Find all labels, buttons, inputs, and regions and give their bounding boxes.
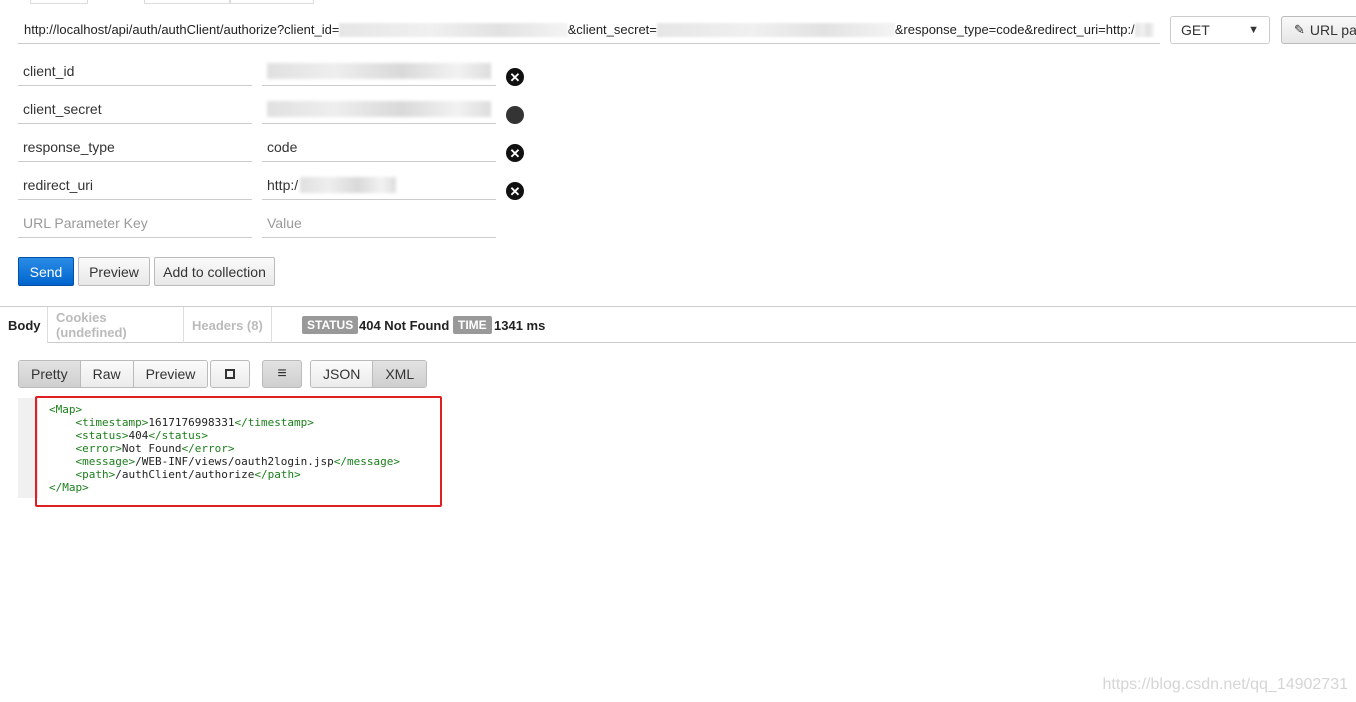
url-mid1: &client_secret=: [567, 22, 657, 37]
url-params-button[interactable]: ✎ URL pa: [1281, 16, 1356, 44]
param-key-text: client_secret: [23, 100, 102, 117]
top-tab-strip: [0, 0, 1356, 4]
redacted-value: [267, 100, 491, 117]
time-value: 1341 ms: [494, 317, 546, 333]
error-value: Not Found: [121, 442, 182, 455]
param-key-text: redirect_uri: [23, 176, 94, 193]
param-value-redirect-uri[interactable]: http:/: [262, 170, 496, 200]
param-value-text: http:/: [267, 176, 299, 193]
tab-remnant[interactable]: [230, 0, 314, 4]
param-key-text: response_type: [23, 138, 115, 155]
wrap-button[interactable]: ≡: [262, 360, 302, 388]
watermark: https://blog.csdn.net/qq_14902731: [1102, 676, 1348, 693]
url-mid2: &response_type=code&redirect_uri=http:/: [894, 22, 1135, 37]
param-value-response-type[interactable]: code: [262, 132, 496, 162]
preview-view-button[interactable]: Preview: [133, 361, 208, 387]
tab-remnant[interactable]: [144, 0, 230, 4]
response-body: <Map> <timestamp>1617176998331</timestam…: [49, 403, 401, 494]
tab-body[interactable]: Body: [0, 307, 48, 343]
url-base: http://localhost/api/auth/authClient/aut…: [24, 22, 340, 37]
code-line: </Map>: [49, 481, 89, 494]
pretty-button[interactable]: Pretty: [19, 361, 81, 387]
json-button[interactable]: JSON: [311, 361, 374, 387]
redacted-value: [267, 62, 491, 79]
remove-param-icon[interactable]: ✕: [506, 182, 524, 200]
fullscreen-button[interactable]: [210, 360, 250, 388]
xml-button[interactable]: XML: [373, 361, 427, 387]
time-badge: TIME: [453, 316, 492, 334]
path-value: /authClient/authorize: [115, 468, 255, 481]
send-button[interactable]: Send: [18, 257, 74, 286]
url-input[interactable]: http://localhost/api/auth/authClient/aut…: [18, 16, 1160, 44]
preview-button[interactable]: Preview: [78, 257, 150, 286]
method-value: GET: [1181, 22, 1210, 38]
param-value-client-secret[interactable]: [262, 94, 496, 124]
view-mode-group: Pretty Raw Preview: [18, 360, 209, 388]
status-badge: STATUS: [302, 316, 359, 334]
param-key-text: client_id: [23, 62, 75, 79]
new-param-key-input[interactable]: URL Parameter Key: [18, 208, 252, 238]
language-group: JSON XML: [310, 360, 428, 388]
param-key-client-id[interactable]: client_id: [18, 56, 252, 86]
timestamp-value: 1617176998331: [148, 416, 235, 429]
message-value: /WEB-INF/views/oauth2login.jsp: [135, 455, 334, 468]
status-code-value: 404: [128, 429, 149, 442]
code-line: <Map>: [49, 403, 83, 416]
param-value-text: code: [267, 138, 298, 155]
redacted-redirect: [1134, 22, 1155, 37]
redacted-client-secret: [656, 22, 895, 37]
remove-param-icon[interactable]: ✕: [506, 68, 524, 86]
redacted-value: [300, 176, 397, 193]
response-tabs: Body Cookies (undefined) Headers (8) STA…: [0, 307, 1356, 343]
fullscreen-icon: [225, 369, 235, 379]
tab-cookies[interactable]: Cookies (undefined): [48, 307, 184, 343]
tab-remnant[interactable]: [30, 0, 88, 4]
remove-param-icon[interactable]: [506, 106, 524, 124]
param-key-client-secret[interactable]: client_secret: [18, 94, 252, 124]
add-to-collection-button[interactable]: Add to collection: [154, 257, 275, 286]
remove-param-icon[interactable]: ✕: [506, 144, 524, 162]
url-params-label: URL pa: [1309, 22, 1356, 38]
redacted-client-id: [339, 22, 568, 37]
placeholder-text: Value: [267, 214, 302, 231]
param-value-client-id[interactable]: [262, 56, 496, 86]
wrap-lines-icon: ≡: [277, 365, 287, 382]
chevron-down-icon: ▼: [1248, 24, 1259, 36]
param-key-response-type[interactable]: response_type: [18, 132, 252, 162]
param-key-redirect-uri[interactable]: redirect_uri: [18, 170, 252, 200]
status-value: 404 Not Found: [359, 317, 450, 333]
tab-headers[interactable]: Headers (8): [184, 307, 272, 343]
new-param-value-input[interactable]: Value: [262, 208, 496, 238]
raw-button[interactable]: Raw: [80, 361, 134, 387]
method-select[interactable]: GET ▼: [1170, 16, 1270, 44]
edit-icon: ✎: [1294, 22, 1305, 37]
placeholder-text: URL Parameter Key: [23, 214, 148, 231]
